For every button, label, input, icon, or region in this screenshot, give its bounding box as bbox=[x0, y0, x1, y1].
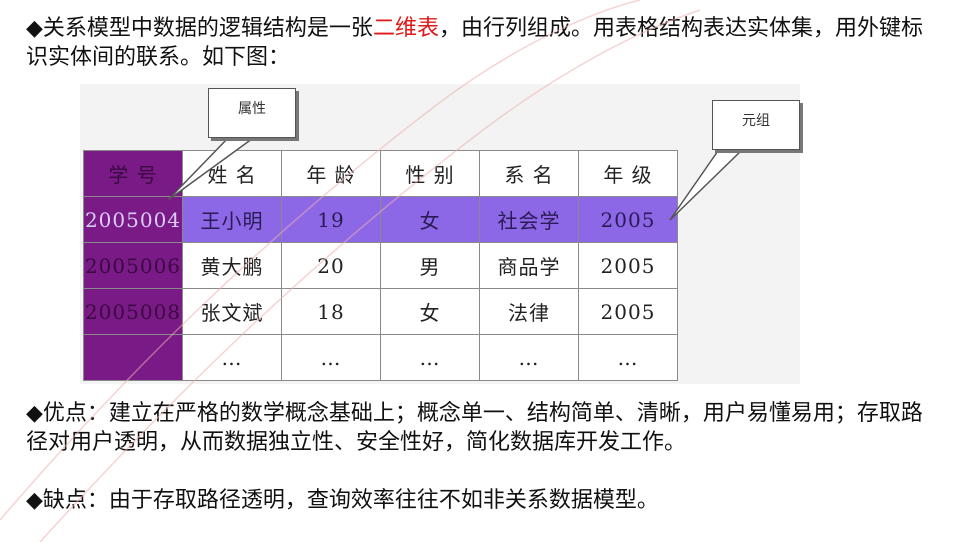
bullet-diamond-icon: ◆ bbox=[26, 401, 43, 426]
pros-text: 优点：建立在严格的数学概念基础上；概念单一、结构简单、清晰，用户易懂易用；存取路… bbox=[26, 401, 923, 455]
pros-paragraph: ◆优点：建立在严格的数学概念基础上；概念单一、结构简单、清晰，用户易懂易用；存取… bbox=[26, 399, 941, 457]
relation-table-figure: 学 号 姓 名 年 龄 性 别 系 名 年 级 2005004 王小明 19 女… bbox=[80, 84, 800, 384]
tuple-pointer bbox=[669, 147, 746, 221]
cons-paragraph: ◆缺点：由于存取路径透明，查询效率往往不如非关系数据模型。 bbox=[26, 486, 941, 515]
intro-text-start: 关系模型中数据的逻辑结构是一张 bbox=[42, 16, 373, 41]
cons-text: 缺点：由于存取路径透明，查询效率往往不如非关系数据模型。 bbox=[42, 488, 659, 513]
bullet-diamond-icon: ◆ bbox=[26, 16, 43, 41]
callout-pointers bbox=[167, 135, 746, 221]
callout-attribute: 属性 bbox=[208, 88, 296, 138]
intro-highlight: 二维表 bbox=[372, 16, 439, 41]
intro-paragraph: ◆关系模型中数据的逻辑结构是一张二维表，由行列组成。用表格结构表达实体集，用外键… bbox=[26, 14, 941, 72]
bullet-diamond-icon: ◆ bbox=[26, 488, 43, 513]
callout-tuple: 元组 bbox=[712, 100, 800, 150]
attribute-pointer bbox=[167, 135, 259, 201]
